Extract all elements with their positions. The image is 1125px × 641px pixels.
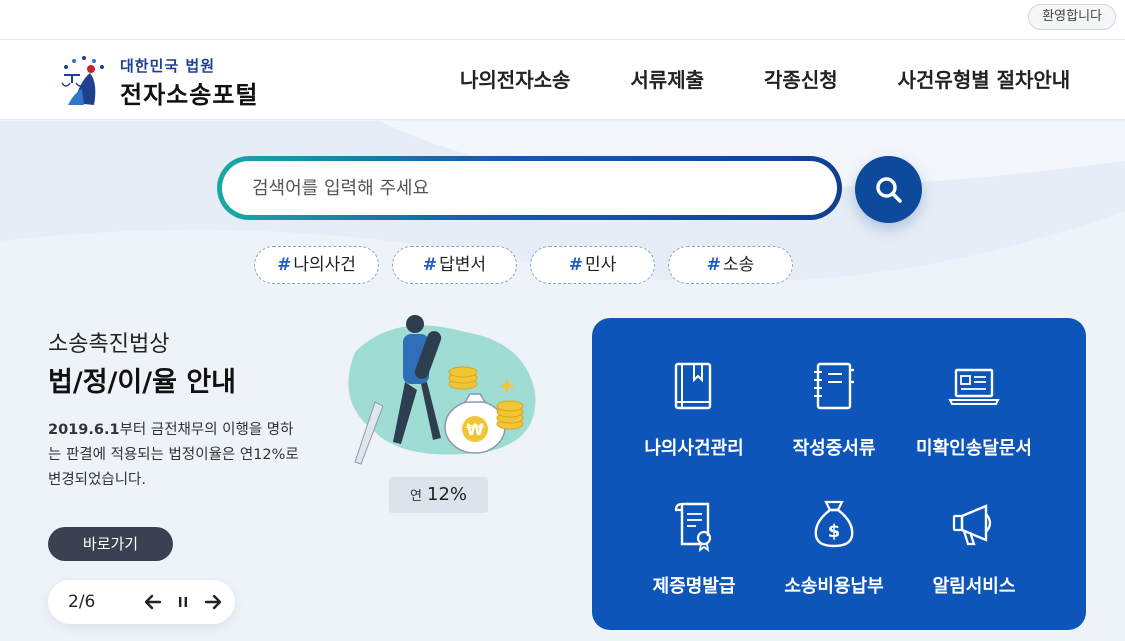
next-button[interactable]	[198, 587, 228, 617]
hashtag-litigation[interactable]: # 소송	[668, 246, 793, 284]
book-icon	[674, 362, 712, 410]
logo-subtitle: 대한민국 법원	[120, 57, 216, 75]
rate-value: 12%	[427, 484, 468, 505]
quick-my-case-management[interactable]: 나의사건관리	[619, 358, 769, 460]
welcome-badge[interactable]: 환영합니다	[1028, 4, 1116, 30]
quick-fee-payment[interactable]: $ 소송비용납부	[759, 496, 909, 598]
svg-text:₩: ₩	[466, 420, 484, 439]
hashtag-answer[interactable]: # 답변서	[392, 246, 517, 284]
pager-count: 2/6	[68, 592, 96, 612]
arrow-left-icon	[144, 594, 162, 610]
arrow-right-icon	[204, 594, 222, 610]
hashtag-label: 나의사건	[293, 255, 356, 275]
certificate-icon	[674, 502, 712, 552]
logo-title: 전자소송포털	[120, 81, 259, 109]
search-bar	[217, 156, 842, 220]
quick-label: 나의사건관리	[644, 438, 744, 459]
interest-rate-illustration: ₩	[348, 315, 536, 465]
megaphone-icon	[952, 504, 992, 546]
notebook-icon	[814, 362, 854, 410]
search-field-wrapper	[222, 161, 837, 215]
quick-label: 소송비용납부	[784, 576, 884, 597]
quick-unconfirmed-delivery[interactable]: 미확인송달문서	[899, 358, 1049, 460]
search-input[interactable]	[252, 177, 837, 199]
site-logo[interactable]: 대한민국 법원 전자소송포털	[54, 53, 284, 109]
goto-button[interactable]: 바로가기	[48, 527, 173, 561]
banner-description: 2019.6.1부터 금전채무의 이행을 명하는 판결에 적용되는 법정이율은 …	[48, 418, 303, 493]
hashtag-label: 민사	[584, 255, 617, 275]
quick-label: 알림서비스	[932, 576, 1016, 597]
hash-symbol: #	[277, 255, 292, 275]
hashtag-label: 답변서	[439, 255, 487, 275]
hash-symbol: #	[706, 255, 721, 275]
prev-button[interactable]	[138, 587, 168, 617]
court-emblem-icon	[61, 56, 104, 105]
laptop-icon	[948, 368, 1000, 405]
pause-icon	[179, 597, 187, 607]
rate-prefix: 연	[409, 489, 422, 504]
quick-service-panel: 나의사건관리 작성중서류 미확인송달문서 제증명발급 $ 소송비용납부 알림서비…	[592, 318, 1086, 630]
quick-draft-documents[interactable]: 작성중서류	[759, 358, 909, 460]
banner-subtitle: 소송촉진법상	[48, 332, 170, 357]
quick-label: 제증명발급	[652, 576, 736, 597]
utility-bar: 환영합니다	[0, 0, 1125, 40]
hashtag-label: 소송	[722, 255, 755, 275]
banner-pager: 2/6	[48, 580, 235, 624]
quick-label: 작성중서류	[792, 438, 876, 459]
banner-date: 2019.6.1	[48, 422, 120, 438]
quick-certificate-issuance[interactable]: 제증명발급	[619, 496, 769, 598]
money-bag-icon: $	[814, 500, 854, 548]
svg-text:$: $	[828, 521, 841, 542]
hash-symbol: #	[422, 255, 438, 275]
nav-document-submission[interactable]: 서류제출	[600, 40, 734, 120]
banner-title: 법/정/이/율 안내	[48, 367, 237, 398]
nav-applications[interactable]: 각종신청	[734, 40, 868, 120]
main-nav: 나의전자소송 서류제출 각종신청 사건유형별 절차안내	[430, 40, 1100, 120]
interest-rate-badge: 연 12%	[389, 477, 488, 513]
quick-label: 미확인송달문서	[916, 438, 1032, 459]
search-icon	[875, 176, 902, 203]
pause-button[interactable]	[168, 587, 198, 617]
hash-symbol: #	[568, 255, 583, 275]
search-button[interactable]	[855, 156, 922, 223]
site-header: 대한민국 법원 전자소송포털 나의전자소송 서류제출 각종신청 사건유형별 절차…	[0, 40, 1125, 120]
hashtag-list: # 나의사건 # 답변서 # 민사 # 소송	[254, 246, 793, 284]
hashtag-my-case[interactable]: # 나의사건	[254, 246, 379, 284]
quick-notification-service[interactable]: 알림서비스	[899, 496, 1049, 598]
hashtag-civil[interactable]: # 민사	[530, 246, 655, 284]
nav-my-e-litigation[interactable]: 나의전자소송	[430, 40, 600, 120]
nav-procedure-guide[interactable]: 사건유형별 절차안내	[868, 40, 1101, 120]
